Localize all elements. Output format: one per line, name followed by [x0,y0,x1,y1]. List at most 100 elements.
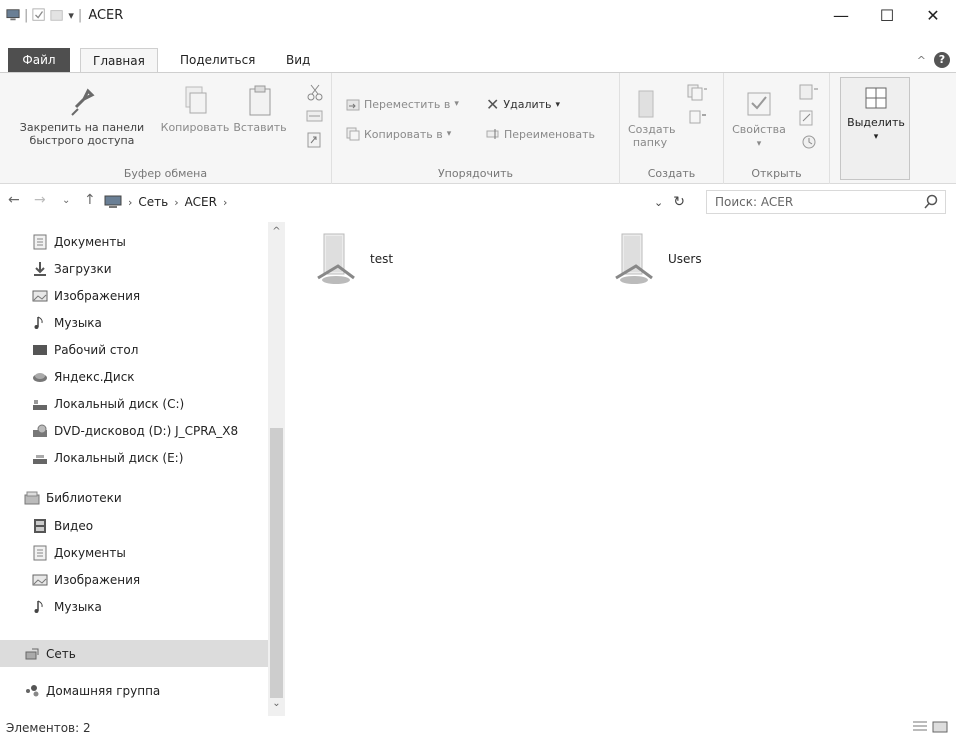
help-icon[interactable]: ? [934,52,950,68]
folder-name: Users [668,252,702,266]
new-folder-label-line1: Создать [628,123,676,136]
navigation-bar: ← → ⌄ ↑ › Сеть › ACER › ⌄ ↻ Поиск: ACER [0,188,956,216]
forward-arrow-icon[interactable]: → [34,192,46,208]
rename-button[interactable]: Переименовать [486,127,595,141]
nav-item-label: Сеть [46,646,76,661]
easy-access-icon[interactable] [686,109,708,125]
folder-item-users[interactable]: Users [612,232,702,286]
nav-item-music[interactable]: Музыка [0,309,268,336]
nav-item-label: Домашняя группа [46,683,161,698]
copy-icon [185,86,207,114]
properties-check-icon[interactable] [32,8,46,22]
breadcrumb-acer[interactable]: ACER [185,195,217,209]
nav-item-network[interactable]: Сеть [0,640,268,667]
nav-item-label: Документы [54,545,126,560]
items-count: Элементов: 2 [6,720,91,735]
breadcrumb-chevron[interactable]: › [128,196,132,209]
new-folder-small-icon[interactable] [50,8,64,22]
search-input[interactable]: Поиск: ACER [706,190,946,214]
new-folder-button[interactable]: Создать папку [628,87,676,149]
new-group: Создать папку Создать [620,73,724,184]
open-icon[interactable] [798,83,820,101]
nav-item-dvd-drive[interactable]: DVD-дисковод (D:) J_CPRA_X8 [0,417,268,444]
close-button[interactable]: ✕ [910,0,956,30]
tab-file[interactable]: Файл [8,48,70,73]
copy-to-button[interactable]: Копировать в ▾ [346,127,451,141]
nav-item-documents[interactable]: Документы [0,228,268,255]
breadcrumb[interactable]: › Сеть › ACER › [104,190,664,214]
nav-item-video[interactable]: Видео [0,512,268,539]
view-buttons [912,720,948,734]
computer-breadcrumb-icon [104,195,122,208]
open-group-label: Открыть [751,167,802,180]
window-controls: — ☐ ✕ [818,0,956,30]
address-dropdown-icon[interactable]: ⌄ [654,196,663,209]
nav-item-local-disk-c[interactable]: Локальный диск (C:) [0,390,268,417]
open-group: Свойства ▾ Открыть [724,73,830,184]
tab-share[interactable]: Поделиться [168,48,267,73]
up-arrow-icon[interactable]: ↑ [84,192,96,208]
nav-item-pictures[interactable]: Изображения [0,282,268,309]
nav-item-homegroup[interactable]: Домашняя группа [0,677,268,704]
nav-pane-scrollbar[interactable]: ^ ⌄ [268,222,285,716]
recent-locations-icon[interactable]: ⌄ [62,195,70,206]
computer-icon[interactable] [6,8,20,22]
select-button[interactable]: Выделить ▾ [843,86,909,144]
details-view-icon[interactable] [912,720,928,734]
move-to-button[interactable]: Переместить в ▾ [346,97,459,111]
delete-button[interactable]: ✕ Удалить ▾ [486,95,560,114]
paste-shortcut-icon[interactable] [306,131,322,149]
drive-icon [33,454,47,464]
nav-item-libraries[interactable]: Библиотеки [0,484,268,511]
copy-button[interactable]: Копировать [160,85,230,134]
nav-item-yandex-disk[interactable]: Яндекс.Диск [0,363,268,390]
shared-folder-icon [317,233,355,284]
nav-item-label: Изображения [54,572,141,587]
history-icon[interactable] [800,133,818,151]
pin-quick-access-button[interactable]: Закрепить на панели быстрого доступа [4,85,160,147]
breadcrumb-chevron[interactable]: › [223,196,227,209]
breadcrumb-chevron[interactable]: › [174,196,178,209]
large-icons-view-icon[interactable] [932,720,948,734]
libraries-icon [24,491,40,504]
customize-toolbar-icon[interactable]: ▾ [68,9,74,22]
minimize-button[interactable]: — [818,0,864,30]
paste-icon [249,85,271,116]
new-item-icon[interactable] [686,83,708,101]
nav-item-library-music[interactable]: Музыка [0,593,268,620]
edit-icon[interactable] [798,109,816,127]
nav-item-downloads[interactable]: Загрузки [0,255,268,282]
properties-button[interactable]: Свойства ▾ [732,87,786,151]
refresh-icon[interactable]: ↻ [673,194,685,210]
nav-item-library-pictures[interactable]: Изображения [0,566,268,593]
paste-button[interactable]: Вставить [228,85,292,134]
window-title: ACER [88,7,124,23]
maximize-button[interactable]: ☐ [864,0,910,30]
nav-item-desktop[interactable]: Рабочий стол [0,336,268,363]
network-icon [25,648,39,659]
tab-view[interactable]: Вид [274,48,322,73]
documents-icon [33,545,47,560]
new-folder-icon [638,90,654,118]
tab-home[interactable]: Главная [80,48,158,73]
toolbar-separator: | [24,7,29,23]
breadcrumb-network[interactable]: Сеть [138,195,168,209]
ribbon-tabs: Файл Главная Поделиться Вид [0,48,956,73]
scroll-down-icon[interactable]: ⌄ [268,698,285,709]
copy-path-icon[interactable] [306,109,324,123]
new-folder-label-line2: папку [632,136,668,149]
pin-label-line1: Закрепить на панели [19,121,145,134]
nav-item-library-documents[interactable]: Документы [0,539,268,566]
scroll-up-icon[interactable]: ^ [268,226,285,237]
back-arrow-icon[interactable]: ← [8,192,20,208]
rename-label: Переименовать [504,127,596,141]
nav-item-local-disk-e[interactable]: Локальный диск (E:) [0,444,268,471]
folder-item-test[interactable]: test [314,232,393,286]
scroll-thumb[interactable] [270,428,283,698]
title-bar: | ▾ | ACER — ☐ ✕ [0,0,956,30]
documents-icon [33,234,47,249]
nav-item-label: Рабочий стол [54,342,139,357]
cut-icon[interactable] [306,83,324,101]
collapse-ribbon-icon[interactable]: ^ [917,54,926,67]
search-icon[interactable] [923,194,939,210]
